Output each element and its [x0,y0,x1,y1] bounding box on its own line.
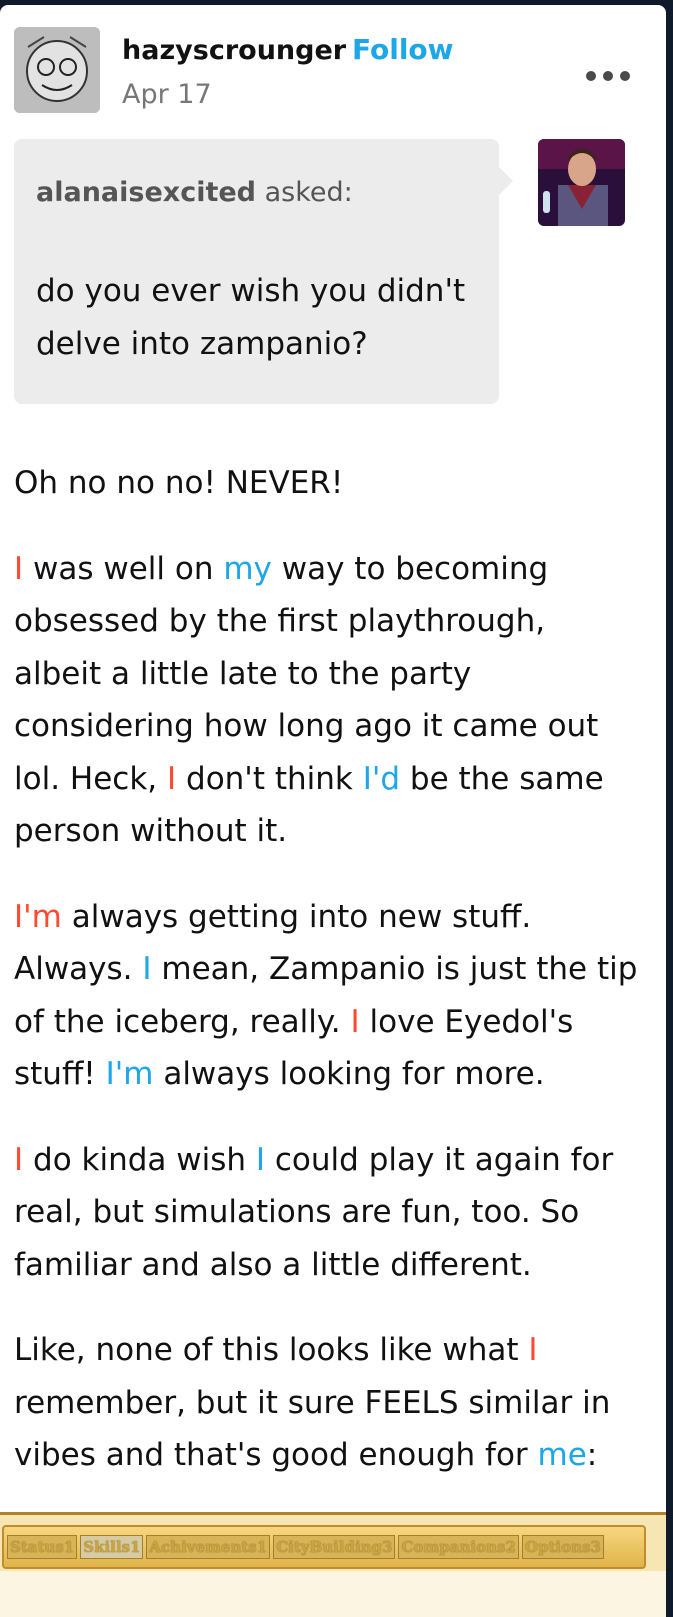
game-tab-options[interactable]: Options3 [521,1535,604,1559]
asker-name[interactable]: alanaisexcited [36,177,256,208]
game-tab-companions[interactable]: Companions2 [398,1535,519,1559]
asker-line: alanaisexcited asked: [36,177,353,208]
highlight-blue: my [223,550,272,587]
more-options-icon[interactable] [586,69,630,83]
text-run: always looking for more. [153,1056,545,1092]
highlight-red: I [14,550,24,587]
game-tab-achivements[interactable]: Achivements1 [146,1535,271,1559]
blog-avatar[interactable] [14,27,100,113]
highlight-red: I [14,1141,24,1178]
text-run: Oh no no no! NEVER! [14,465,344,501]
highlight-red: I'm [14,898,62,935]
highlight-red: I [167,760,177,797]
post-paragraph: Like, none of this looks like what I rem… [14,1324,639,1482]
post-card: hazyscrounger Follow Apr 17 alanaisexcit… [0,5,666,1617]
asker-avatar[interactable] [538,139,625,226]
follow-button[interactable]: Follow [352,33,454,66]
ask-bubble: alanaisexcited asked: do you ever wish y… [14,139,513,404]
asked-label: asked: [264,177,353,208]
text-run: : [586,1437,598,1473]
post-header: hazyscrounger Follow Apr 17 [14,27,652,119]
text-run: Like, none of this looks like what [14,1332,529,1368]
game-tab-status[interactable]: Status1 [7,1535,78,1559]
post-date[interactable]: Apr 17 [122,79,212,110]
highlight-blue: I'm [105,1056,154,1092]
post-paragraph: I do kinda wish I could play it again fo… [14,1134,639,1292]
post-body: Oh no no no! NEVER! I was well on my way … [14,457,639,1515]
highlight-blue: I [142,951,152,987]
game-tab-skills[interactable]: Skills1 [80,1535,144,1559]
text-run: do kinda wish [23,1141,256,1178]
post-paragraph: I was well on my way to becoming obsesse… [14,543,639,858]
highlight-blue: me [537,1437,587,1473]
game-panel [0,1571,666,1617]
highlight-red: I [350,1003,360,1040]
game-tab-bar: Status1 Skills1 Achivements1 CityBuilding3 C… [2,1525,646,1569]
blog-username[interactable]: hazyscrounger [122,35,346,66]
post-paragraph: I'm always getting into new stuff. Alway… [14,891,639,1101]
highlight-red: I [528,1332,538,1368]
post-paragraph: Oh no no no! NEVER! [14,457,639,510]
text-run: remember, but it sure FEELS similar in v… [14,1384,611,1474]
ask-question: do you ever wish you didn't delve into z… [36,273,466,362]
highlight-blue: I'd [362,760,401,797]
game-tab-citybuilding[interactable]: CityBuilding3 [273,1535,396,1559]
text-run: don't think [176,760,363,797]
highlight-blue: I [255,1141,266,1178]
text-run: was well on [23,550,224,587]
game-screenshot: Status1 Skills1 Achivements1 CityBuilding3 C… [0,1512,666,1617]
